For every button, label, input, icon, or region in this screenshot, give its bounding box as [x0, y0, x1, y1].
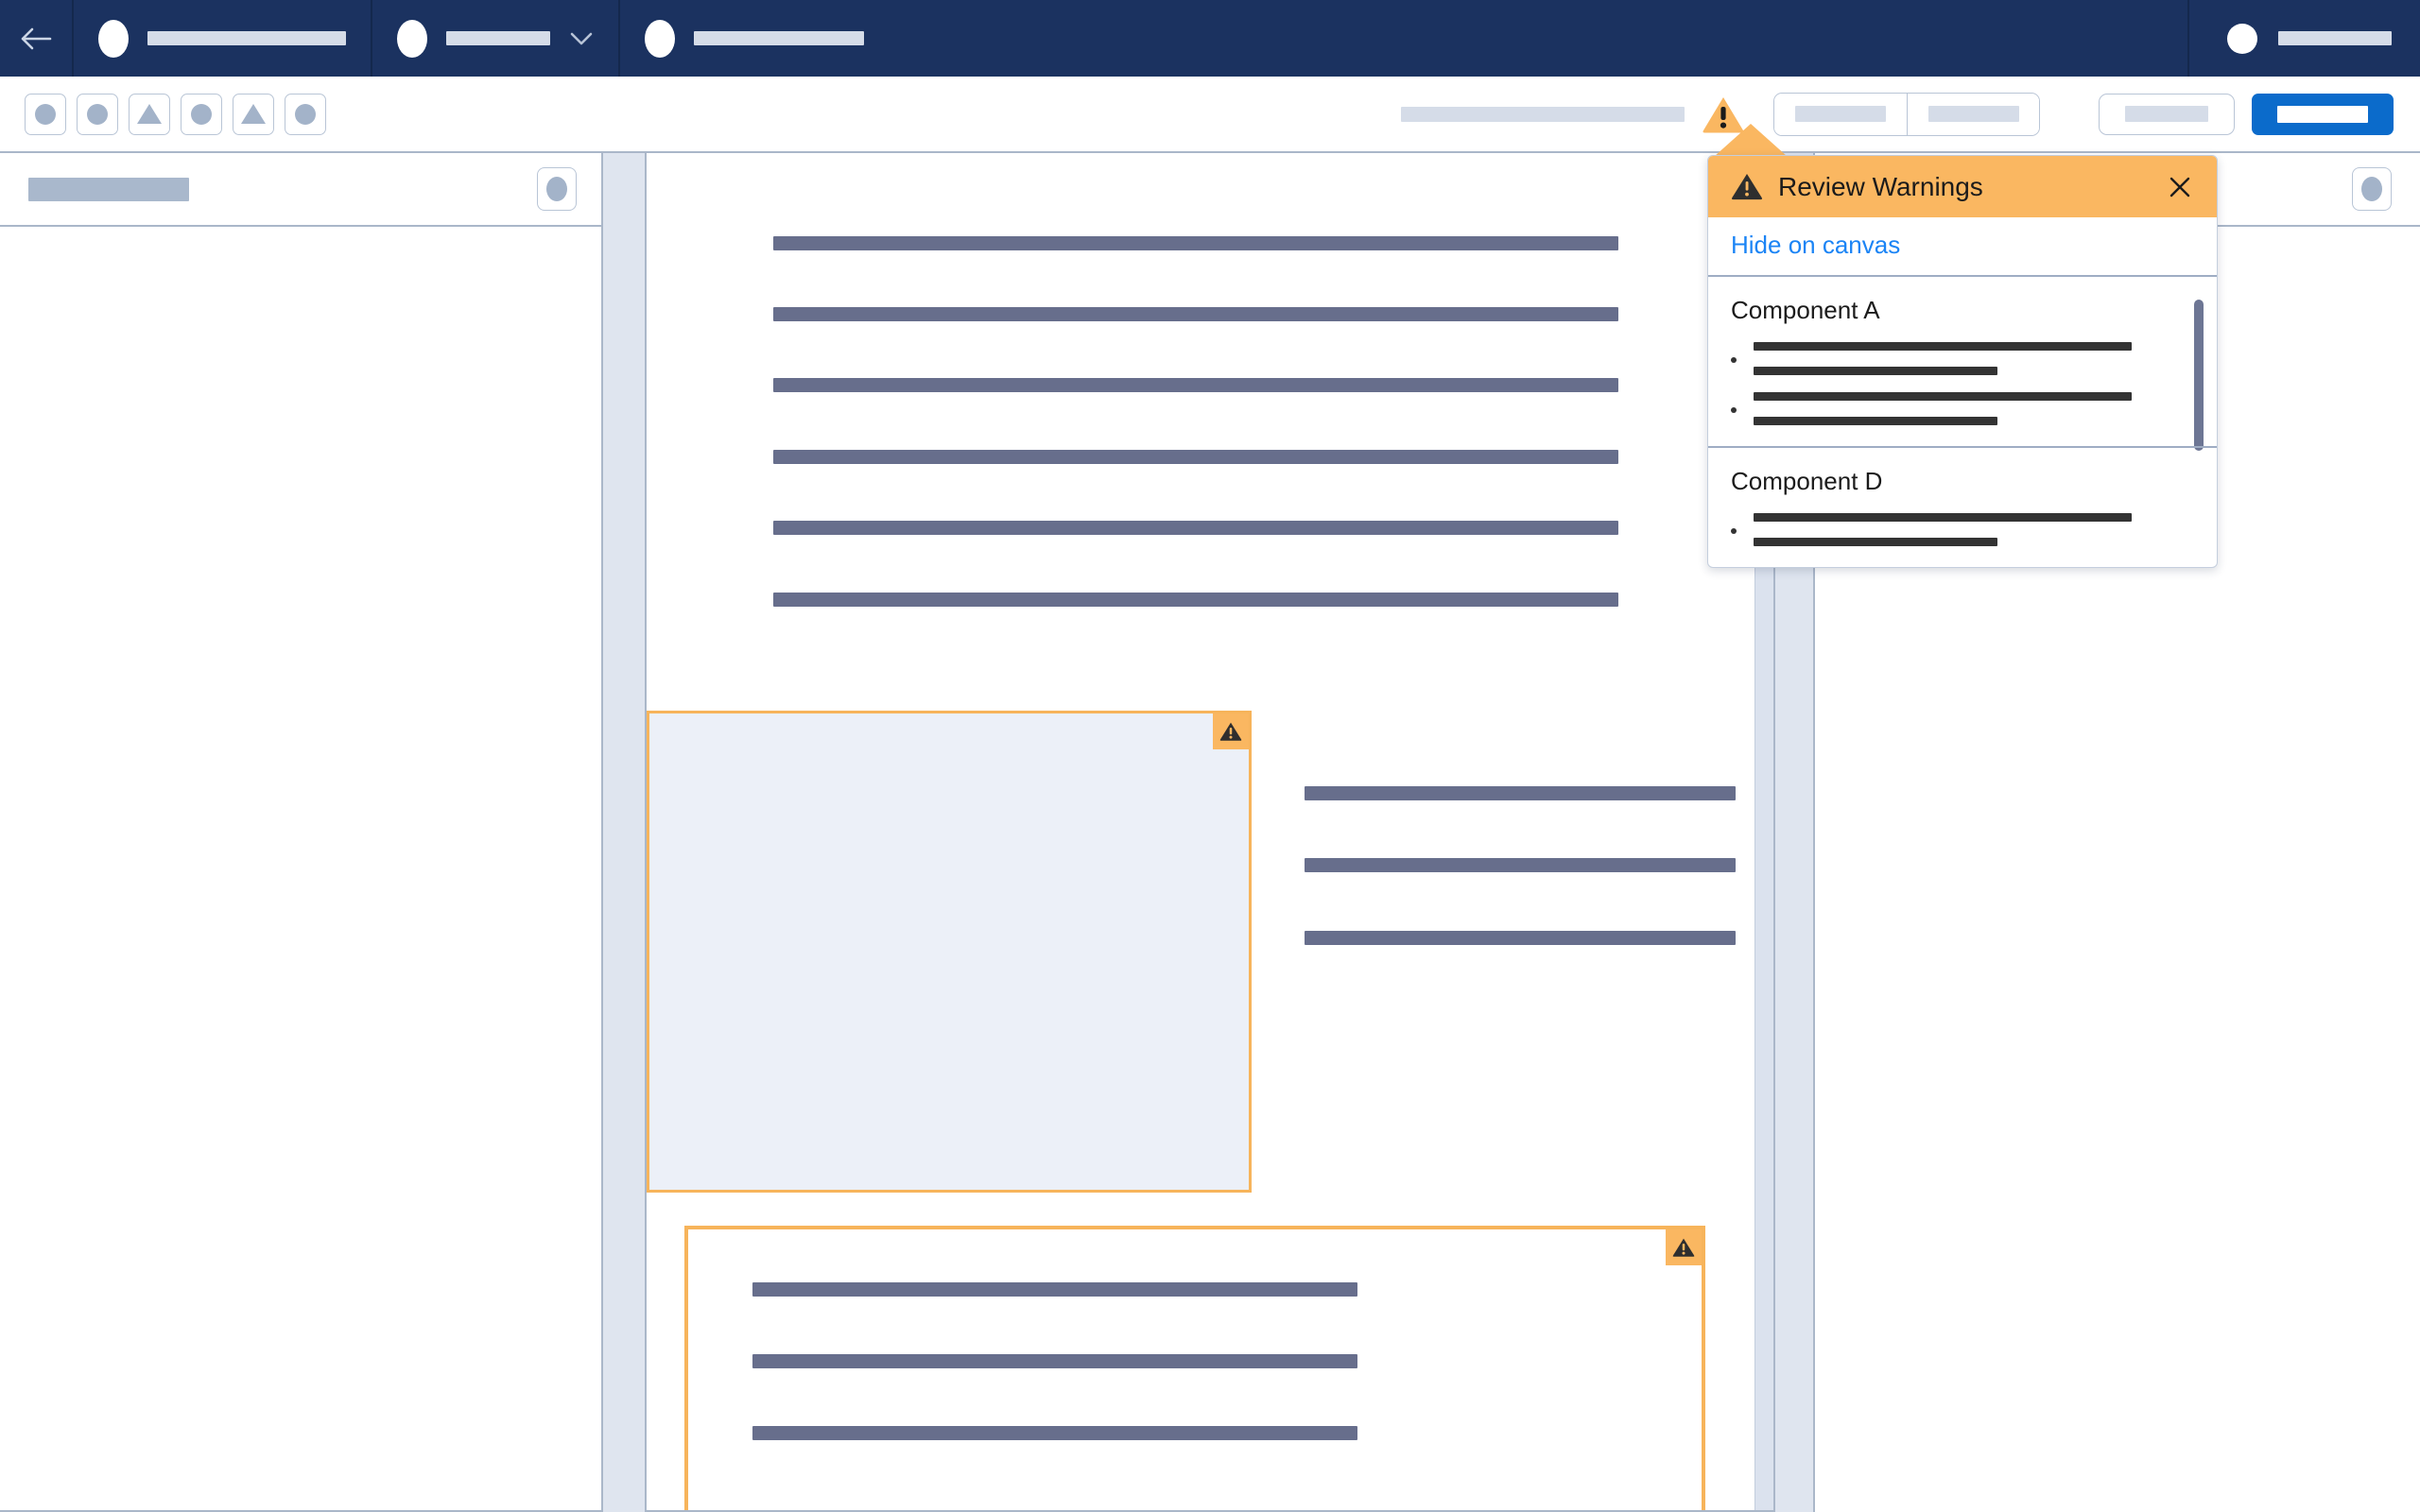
toolbar-tool-1[interactable]	[25, 93, 66, 135]
document-page-content	[647, 153, 1773, 1510]
bullet-icon	[1731, 407, 1737, 413]
toolbar-tool-3[interactable]	[129, 93, 170, 135]
image-block-warning-badge[interactable]	[1213, 713, 1249, 749]
document-text-line	[773, 521, 1618, 535]
document-text-line	[752, 1426, 1357, 1440]
toolbar-segment-1[interactable]	[1774, 93, 1907, 135]
warning-group-title: Component A	[1731, 296, 1880, 324]
sidebar-header	[0, 153, 601, 227]
circle-icon	[2361, 177, 2382, 201]
popover-title: Review Warnings	[1778, 171, 1983, 201]
triangle-icon	[137, 104, 162, 124]
warning-list-item[interactable]	[1731, 513, 2194, 546]
toolbar-status-label	[1401, 106, 1685, 122]
document-text-line	[773, 307, 1618, 321]
toolbar-tool-6[interactable]	[285, 93, 326, 135]
toolbar-segment-2[interactable]	[1907, 93, 2039, 135]
warning-text-line	[1754, 538, 1997, 546]
toolbar-actions	[1401, 92, 2420, 136]
warning-text-line	[1754, 513, 2132, 522]
circle-icon	[35, 103, 56, 125]
warning-list-item[interactable]	[1731, 342, 2194, 375]
document-text-line	[752, 1354, 1357, 1368]
chevron-down-icon	[570, 32, 593, 44]
sidebar-title	[28, 177, 189, 201]
circle-avatar-icon	[2227, 23, 2257, 54]
circle-avatar-icon	[397, 19, 427, 58]
popover-scrollbar[interactable]	[2194, 300, 2204, 451]
document-text-line	[1305, 786, 1736, 800]
document-text-line	[1305, 858, 1736, 872]
document-text-line	[773, 450, 1618, 464]
circle-icon	[546, 177, 567, 201]
close-icon	[2169, 177, 2190, 197]
sidebar-action-button[interactable]	[537, 167, 577, 211]
toolbar-segment-1-label	[1795, 106, 1886, 122]
toolbar-segment-2-label	[1927, 106, 2019, 122]
popover-hide-row: Hide on canvas	[1708, 217, 2217, 277]
account-menu[interactable]	[2187, 0, 2420, 77]
warning-list-item[interactable]	[1731, 392, 2194, 425]
warning-item-text	[1754, 342, 2194, 375]
warning-group-component-a: Component A	[1708, 277, 2217, 451]
hide-on-canvas-link[interactable]: Hide on canvas	[1731, 231, 1900, 259]
warning-text-line	[1754, 342, 2132, 351]
popover-pointer	[1715, 124, 1787, 156]
document-canvas	[603, 153, 1813, 1512]
circle-icon	[87, 103, 108, 125]
toolbar-tool-5[interactable]	[233, 93, 274, 135]
nav-item-3[interactable]	[620, 0, 889, 77]
left-sidebar	[0, 153, 603, 1512]
text-placeholder-block[interactable]	[684, 1226, 1705, 1510]
toolbar-tool-2[interactable]	[77, 93, 118, 135]
toolbar-tool-group	[0, 93, 326, 135]
circle-icon	[295, 103, 316, 125]
popover-close-button[interactable]	[2164, 171, 2196, 203]
back-button[interactable]	[0, 0, 74, 77]
document-text-line	[1305, 931, 1736, 945]
popover-header: Review Warnings	[1708, 156, 2217, 217]
nav-item-1[interactable]	[74, 0, 372, 77]
back-arrow-icon	[21, 27, 52, 49]
document-text-line	[773, 378, 1618, 392]
warning-triangle-icon	[1672, 1238, 1695, 1257]
document-text-line	[752, 1282, 1357, 1297]
text-block-warning-badge[interactable]	[1666, 1229, 1702, 1265]
document-page[interactable]	[645, 153, 1775, 1512]
circle-icon	[191, 103, 212, 125]
top-navigation-bar	[0, 0, 2420, 77]
triangle-icon	[241, 104, 266, 124]
warning-text-line	[1754, 417, 1997, 425]
toolbar-primary-button[interactable]	[2252, 93, 2394, 135]
nav-item-2[interactable]	[372, 0, 620, 77]
toolbar-tool-4[interactable]	[181, 93, 222, 135]
warning-triangle-icon	[1219, 722, 1242, 741]
circle-avatar-icon	[98, 19, 129, 58]
toolbar-segmented-control	[1773, 92, 2040, 136]
warning-text-line	[1754, 392, 2132, 401]
warning-triangle-icon	[1732, 174, 1762, 200]
warning-item-text	[1754, 392, 2194, 425]
editor-toolbar	[0, 77, 2420, 153]
toolbar-secondary-button[interactable]	[2099, 93, 2235, 135]
nav-item-2-label	[446, 31, 550, 45]
warning-text-line	[1754, 367, 1997, 375]
toolbar-secondary-button-label	[2125, 106, 2208, 122]
nav-item-3-label	[694, 31, 864, 45]
circle-avatar-icon	[645, 19, 675, 58]
bullet-icon	[1731, 357, 1737, 363]
review-warnings-popover: Review Warnings Hide on canvas Component…	[1707, 155, 2218, 568]
warning-group-title: Component D	[1731, 467, 1883, 495]
warning-item-text	[1754, 513, 2194, 546]
document-text-line	[773, 593, 1618, 607]
image-placeholder-block[interactable]	[647, 711, 1252, 1193]
nav-item-1-label	[147, 31, 346, 45]
toolbar-primary-button-label	[2277, 105, 2368, 123]
warning-group-component-d: Component D	[1708, 446, 2217, 567]
bullet-icon	[1731, 528, 1737, 534]
right-panel-action-button[interactable]	[2352, 167, 2392, 211]
document-text-line	[773, 236, 1618, 250]
account-label	[2278, 31, 2392, 45]
